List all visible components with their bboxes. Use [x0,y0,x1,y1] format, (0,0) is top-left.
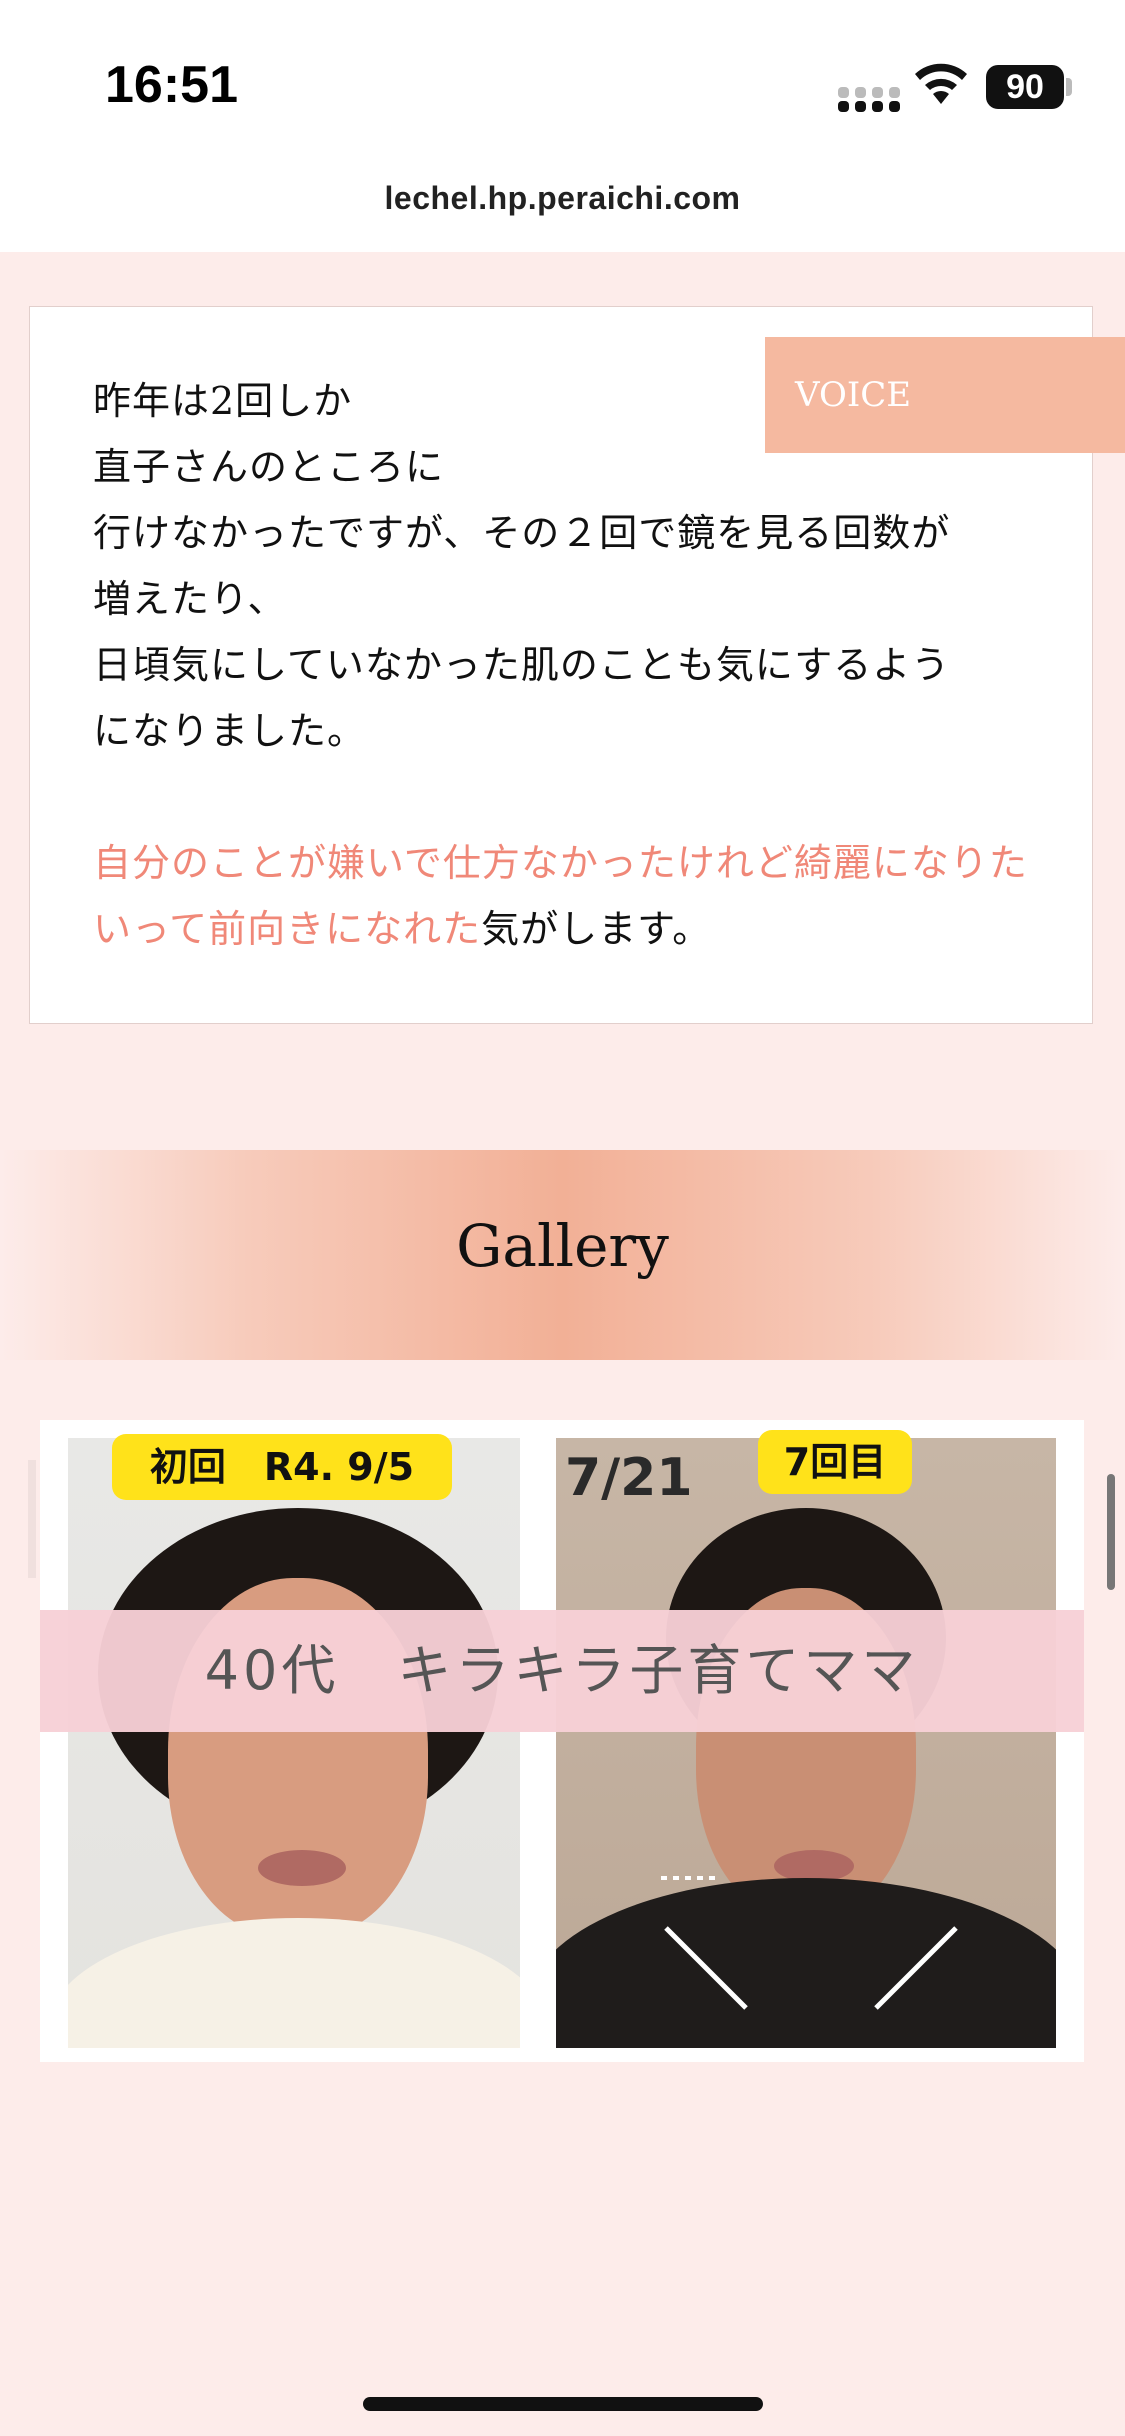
status-time: 16:51 [105,56,238,114]
voice-line: 増えたり、 [93,577,287,621]
before-photo [68,1438,520,2048]
label-seventh-visit: 7回目 [758,1430,912,1494]
voice-highlight-paragraph: 自分のことが嫌いで仕方なかったけれど綺麗になりたいって前向きになれた気がします。 [93,830,1053,962]
label-first-visit: 初回 R4. 9/5 [112,1434,452,1500]
home-indicator[interactable] [363,2397,763,2411]
gallery-image[interactable]: 初回 R4. 9/5 7/21 7回目 40代 キラキラ子育てママ [40,1420,1084,2062]
voice-line: 日頃気にしていなかった肌のことも気にするよう [93,643,951,687]
voice-line: 行けなかったですが、その２回で鏡を見る回数が [93,511,951,555]
signal-icon [838,84,900,112]
battery-icon: 90 [986,65,1064,109]
gallery-header: Gallery [0,1150,1125,1360]
wifi-icon [915,63,967,104]
arrow-icons [661,1876,958,2010]
voice-line: になりました。 [93,709,367,753]
scrollbar[interactable] [1107,1474,1115,1590]
voice-tail: 気がします。 [481,907,712,951]
battery-tip [1066,78,1072,96]
image-caption: 40代 キラキラ子育てママ [40,1610,1084,1732]
status-bar: 16:51 90 [0,0,1125,150]
voice-line: 昨年は2回しか [93,379,353,423]
lips-shape [258,1850,346,1886]
shirt-shape [68,1918,520,2048]
label-date-right: 7/21 [565,1448,693,1508]
address-bar[interactable]: lechel.hp.peraichi.com [0,150,1125,252]
carousel-edge [28,1460,36,1578]
voice-line: 直子さんのところに [93,445,445,489]
after-photo [556,1438,1056,2048]
url-text[interactable]: lechel.hp.peraichi.com [0,180,1125,217]
voice-text: 昨年は2回しか 直子さんのところに 行けなかったですが、その２回で鏡を見る回数が… [93,368,1053,962]
gallery-title: Gallery [456,1212,669,1280]
